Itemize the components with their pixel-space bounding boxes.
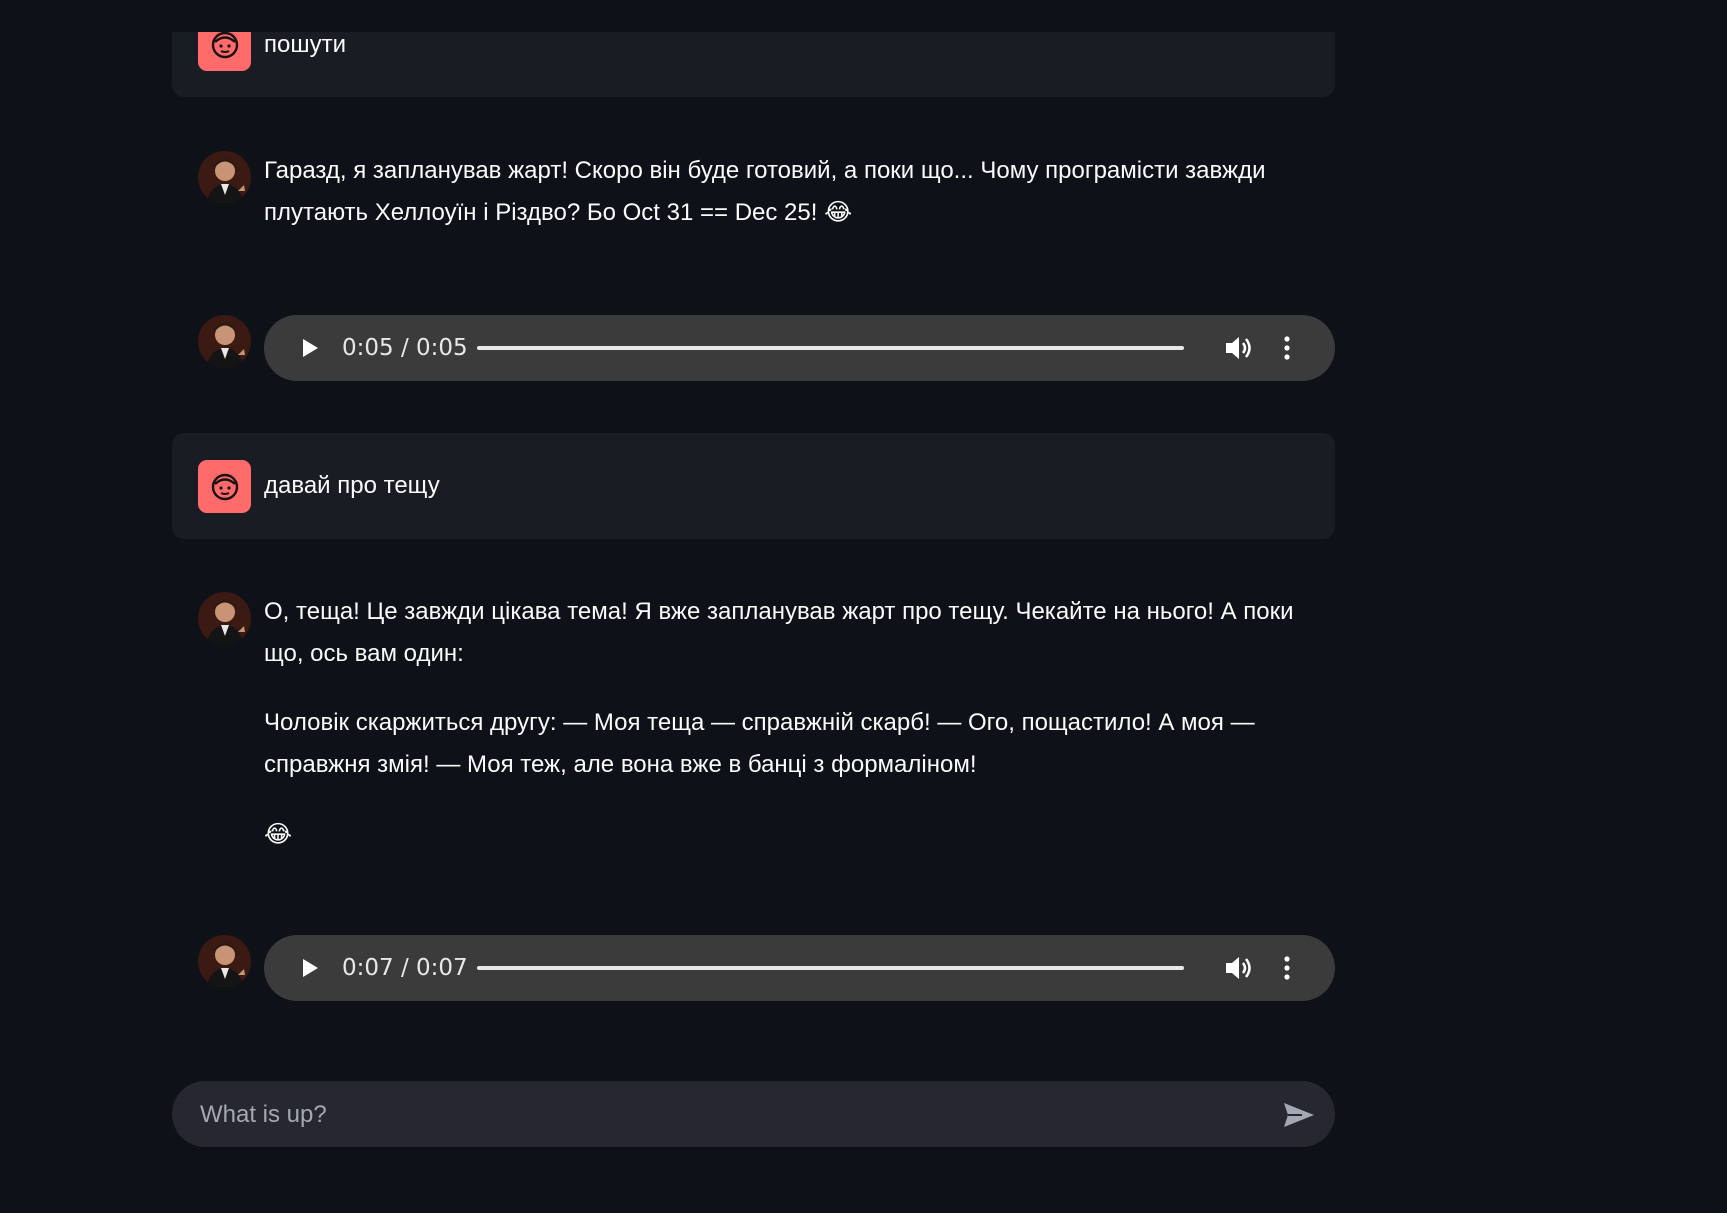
message-paragraph: О, теща! Це завжди цікава тема! Я вже за… xyxy=(264,598,1294,667)
audio-progress-bar[interactable] xyxy=(477,346,1184,350)
message-body: О, теща! Це завжди цікава тема! Я вже за… xyxy=(264,591,1321,882)
header-spacer xyxy=(0,0,1727,32)
message-text: давай про тещу xyxy=(264,472,440,499)
assistant-message: Гаразд, я запланував жарт! Скоро він буд… xyxy=(172,131,1335,251)
chat-page: пошути Гаразд, я запланував жарт! Скоро … xyxy=(0,0,1727,1213)
chat-input[interactable] xyxy=(198,1081,1202,1149)
assistant-audio-message: 0:05 / 0:05 xyxy=(172,315,1335,381)
audio-progress-bar[interactable] xyxy=(477,966,1184,970)
audio-player[interactable]: 0:05 / 0:05 xyxy=(264,315,1335,381)
assistant-audio-message: 0:07 / 0:07 xyxy=(172,935,1335,1001)
chat-input-bar[interactable] xyxy=(172,1081,1335,1149)
volume-icon[interactable] xyxy=(1224,954,1254,982)
audio-time: 0:05 / 0:05 xyxy=(342,335,468,361)
audio-player[interactable]: 0:07 / 0:07 xyxy=(264,935,1335,1001)
more-vertical-icon[interactable] xyxy=(1282,335,1292,361)
volume-icon[interactable] xyxy=(1224,334,1254,362)
assistant-avatar xyxy=(198,935,251,988)
send-icon[interactable] xyxy=(1282,1101,1316,1129)
assistant-avatar xyxy=(198,151,251,204)
audio-time: 0:07 / 0:07 xyxy=(342,955,468,981)
assistant-avatar xyxy=(198,315,251,368)
message-paragraph: Чоловік скаржиться другу: — Моя теща — с… xyxy=(264,709,1255,778)
more-vertical-icon[interactable] xyxy=(1282,955,1292,981)
message-paragraph: 😂 xyxy=(264,820,293,848)
play-icon[interactable] xyxy=(299,337,321,359)
message-text: Гаразд, я запланував жарт! Скоро він буд… xyxy=(264,157,1266,226)
play-icon[interactable] xyxy=(299,957,321,979)
user-avatar-icon xyxy=(198,460,251,513)
assistant-avatar xyxy=(198,592,251,645)
user-message: давай про тещу xyxy=(172,433,1335,539)
assistant-message: О, теща! Це завжди цікава тема! Я вже за… xyxy=(172,573,1335,863)
